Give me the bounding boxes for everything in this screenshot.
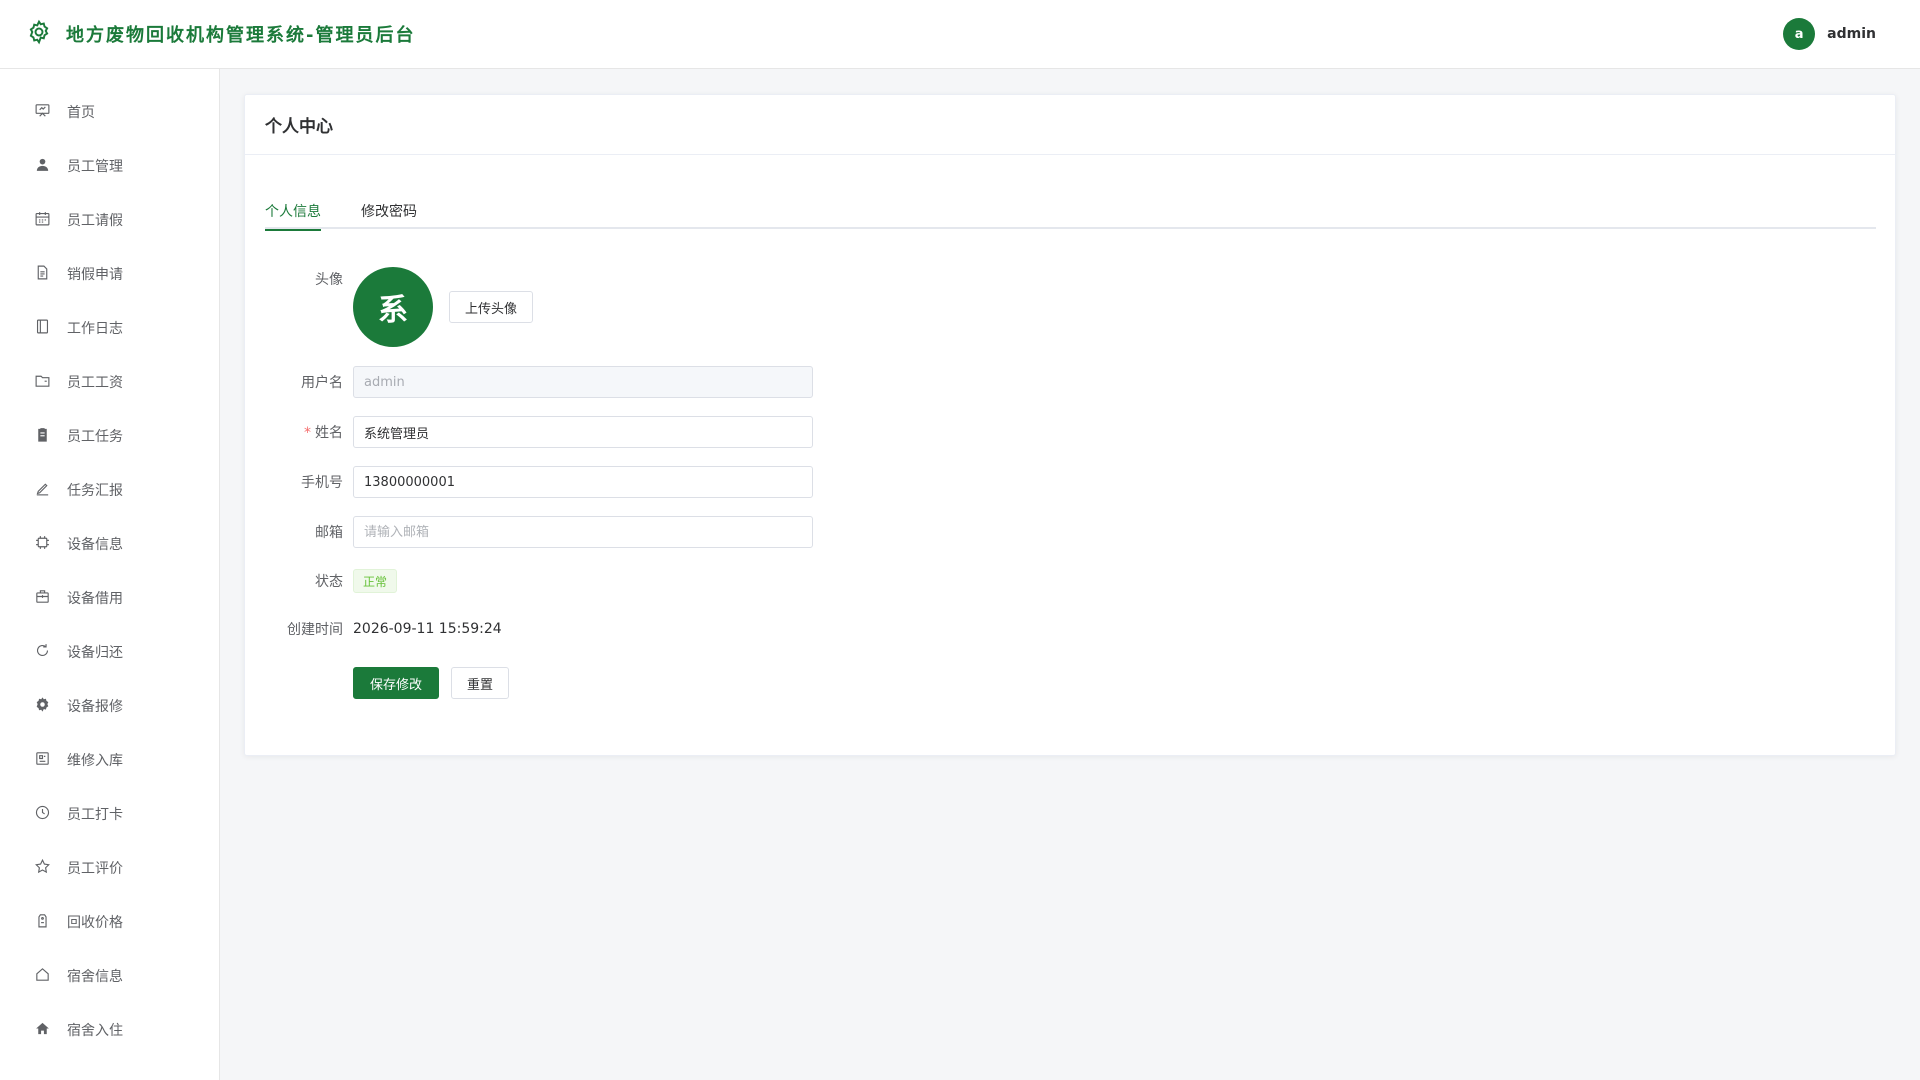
sidebar-item-label: 员工评价 — [67, 861, 123, 877]
phone-input[interactable] — [353, 466, 813, 498]
profile-avatar: 系 — [353, 267, 433, 347]
sidebar-item-label: 宿舍信息 — [67, 969, 123, 985]
sidebar-item-label: 员工任务 — [67, 429, 123, 445]
sidebar-item-dorm-info[interactable]: 宿舍信息 — [0, 949, 219, 1003]
form-actions: 保存修改 重置 — [245, 667, 510, 699]
phone-row: 手机号 — [245, 466, 813, 498]
house-outline-icon — [34, 966, 51, 987]
status-badge: 正常 — [353, 569, 398, 593]
notebook-icon — [34, 318, 51, 339]
sidebar-item-device-info[interactable]: 设备信息 — [0, 517, 219, 571]
brand: 地方废物回收机构管理系统-管理员后台 — [26, 19, 415, 49]
sidebar-item-clock-in[interactable]: 员工打卡 — [0, 787, 219, 841]
sidebar-item-repair-storage[interactable]: 维修入库 — [0, 733, 219, 787]
profile-card: 个人中心 个人信息 修改密码 头像 系 上传头像 用户名 *姓名 手机号 邮箱 … — [244, 94, 1896, 756]
sidebar-item-label: 任务汇报 — [67, 483, 123, 499]
sidebar-item-task-report[interactable]: 任务汇报 — [0, 463, 219, 517]
name-label: * 姓名 — [245, 422, 353, 442]
sidebar-item-label: 设备归还 — [67, 645, 123, 661]
sidebar-item-label: 宿舍入住 — [67, 1023, 123, 1039]
sidebar-item-label: 设备报修 — [67, 699, 123, 715]
status-row: 状态 正常 — [245, 569, 398, 593]
name-label-text: 姓名 — [315, 425, 343, 441]
document-icon — [34, 264, 51, 285]
house-filled-icon — [34, 1020, 51, 1041]
profile-tabs: 个人信息 修改密码 — [265, 201, 1876, 231]
sidebar-item-employee-management[interactable]: 员工管理 — [0, 139, 219, 193]
user-avatar[interactable]: a — [1783, 18, 1816, 50]
star-icon — [34, 858, 51, 879]
sidebar-item-work-log[interactable]: 工作日志 — [0, 301, 219, 355]
sidebar-item-label: 工作日志 — [67, 321, 123, 337]
sidebar-item-label: 回收价格 — [67, 915, 123, 931]
sidebar-item-label: 员工管理 — [67, 159, 123, 175]
sidebar: 首页 员工管理 员工请假 销假申请 工作日志 员工工资 员工任务 任务汇报 设备… — [0, 69, 220, 1080]
sidebar-item-label: 员工工资 — [67, 375, 123, 391]
sidebar-item-home[interactable]: 首页 — [0, 85, 219, 139]
sidebar-item-device-repair[interactable]: 设备报修 — [0, 679, 219, 733]
name-input[interactable] — [353, 416, 813, 448]
clock-icon — [34, 804, 51, 825]
sidebar-item-label: 员工打卡 — [67, 807, 123, 823]
sidebar-item-employee-leave[interactable]: 员工请假 — [0, 193, 219, 247]
sidebar-item-leave-cancel[interactable]: 销假申请 — [0, 247, 219, 301]
username-row: 用户名 — [245, 366, 813, 398]
refresh-icon — [34, 642, 51, 663]
card-title: 个人中心 — [245, 95, 1895, 155]
sidebar-item-recycle-price[interactable]: 回收价格 — [0, 895, 219, 949]
tab-personal-info[interactable]: 个人信息 — [265, 201, 321, 231]
user-name[interactable]: admin — [1827, 26, 1876, 42]
sidebar-item-label: 销假申请 — [67, 267, 123, 283]
clipboard-icon — [34, 426, 51, 447]
created-row: 创建时间 2026-09-11 15:59:24 — [245, 619, 502, 639]
top-header: 地方废物回收机构管理系统-管理员后台 a admin — [0, 0, 1920, 69]
wallet-folder-icon — [34, 372, 51, 393]
username-input — [353, 366, 813, 398]
user-menu[interactable]: a admin — [1783, 18, 1876, 50]
storage-icon — [34, 750, 51, 771]
sidebar-item-label: 员工请假 — [67, 213, 123, 229]
sidebar-item-label: 维修入库 — [67, 753, 123, 769]
app-title: 地方废物回收机构管理系统-管理员后台 — [66, 25, 416, 46]
user-icon — [34, 156, 51, 177]
tab-change-password[interactable]: 修改密码 — [361, 201, 417, 229]
avatar-label: 头像 — [315, 272, 343, 288]
status-label: 状态 — [315, 574, 343, 590]
sidebar-item-label: 设备信息 — [67, 537, 123, 553]
required-mark: * — [304, 425, 311, 441]
phone-label: 手机号 — [301, 475, 343, 491]
avatar-row: 头像 系 上传头像 — [245, 267, 534, 347]
sidebar-item-label: 设备借用 — [67, 591, 123, 607]
sidebar-item-device-return[interactable]: 设备归还 — [0, 625, 219, 679]
email-input[interactable] — [353, 516, 813, 548]
sidebar-item-dorm-checkin[interactable]: 宿舍入住 — [0, 1003, 219, 1057]
sidebar-item-label: 首页 — [67, 105, 95, 121]
presentation-board-icon — [34, 102, 51, 123]
sidebar-item-employee-salary[interactable]: 员工工资 — [0, 355, 219, 409]
reset-button[interactable]: 重置 — [451, 667, 510, 699]
name-row: * 姓名 — [245, 416, 813, 448]
gear-icon — [26, 19, 52, 49]
save-button[interactable]: 保存修改 — [353, 667, 440, 699]
sidebar-item-employee-rating[interactable]: 员工评价 — [0, 841, 219, 895]
username-label: 用户名 — [301, 375, 343, 391]
sidebar-item-device-borrow[interactable]: 设备借用 — [0, 571, 219, 625]
box-icon — [34, 588, 51, 609]
price-tag-icon — [34, 912, 51, 933]
edit-pen-icon — [34, 480, 51, 501]
email-label: 邮箱 — [315, 525, 343, 541]
cpu-chip-icon — [34, 534, 51, 555]
gear-icon — [34, 696, 51, 717]
created-label: 创建时间 — [287, 622, 343, 638]
calendar-icon — [34, 210, 51, 231]
created-time: 2026-09-11 15:59:24 — [353, 621, 502, 637]
upload-avatar-button[interactable]: 上传头像 — [449, 291, 534, 323]
sidebar-item-employee-task[interactable]: 员工任务 — [0, 409, 219, 463]
email-row: 邮箱 — [245, 516, 813, 548]
